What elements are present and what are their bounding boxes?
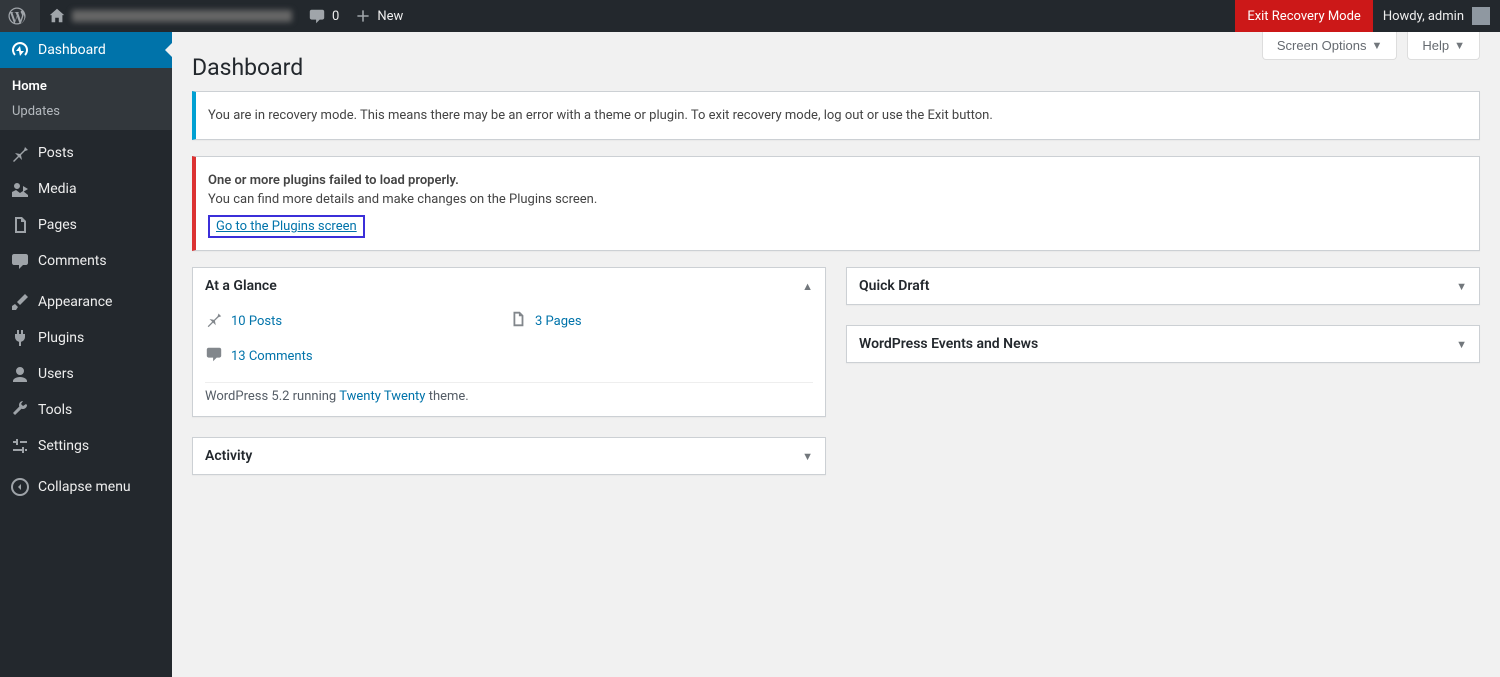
menu-settings[interactable]: Settings	[0, 428, 172, 464]
menu-plugins[interactable]: Plugins	[0, 320, 172, 356]
dashboard-icon	[10, 40, 30, 60]
widget-header[interactable]: Activity ▼	[193, 438, 825, 474]
caret-down-icon: ▼	[802, 450, 813, 463]
main-content: Screen Options ▼ Help ▼ Dashboard You ar…	[172, 32, 1500, 677]
screen-options-toggle[interactable]: Screen Options ▼	[1262, 32, 1398, 60]
posts-count-link[interactable]: 10 Posts	[231, 314, 282, 329]
caret-down-icon: ▼	[1371, 40, 1382, 52]
comments-icon	[10, 251, 30, 271]
site-name-menu[interactable]	[40, 0, 300, 32]
widget-header[interactable]: At a Glance ▲	[193, 268, 825, 304]
widget-header[interactable]: WordPress Events and News ▼	[847, 326, 1479, 362]
notice-recovery-mode: You are in recovery mode. This means the…	[192, 91, 1480, 140]
dashboard-widgets: At a Glance ▲ 10 Posts 3 Pages	[192, 267, 1480, 495]
menu-dashboard[interactable]: Dashboard	[0, 32, 172, 68]
pin-icon	[10, 143, 30, 163]
menu-media[interactable]: Media	[0, 171, 172, 207]
caret-up-icon: ▲	[802, 280, 813, 293]
admin-menu: Dashboard Home Updates Posts Media Pages…	[0, 32, 172, 677]
notice-detail: You can find more details and make chang…	[208, 192, 1467, 207]
comments-menu[interactable]: 0	[300, 0, 347, 32]
avatar-icon	[1472, 7, 1490, 25]
wp-version-info: WordPress 5.2 running Twenty Twenty them…	[205, 382, 813, 404]
menu-tools[interactable]: Tools	[0, 392, 172, 428]
brush-icon	[10, 292, 30, 312]
wrench-icon	[10, 400, 30, 420]
pages-count-link[interactable]: 3 Pages	[535, 314, 582, 329]
pin-icon	[205, 310, 223, 333]
menu-posts[interactable]: Posts	[0, 135, 172, 171]
theme-link[interactable]: Twenty Twenty	[339, 389, 425, 404]
pages-icon	[509, 310, 527, 333]
highlighted-link-box: Go to the Plugins screen	[208, 215, 365, 238]
menu-comments[interactable]: Comments	[0, 243, 172, 279]
go-to-plugins-link[interactable]: Go to the Plugins screen	[216, 219, 357, 234]
user-icon	[10, 364, 30, 384]
menu-users[interactable]: Users	[0, 356, 172, 392]
dashboard-submenu: Home Updates	[0, 68, 172, 130]
notice-text: You are in recovery mode. This means the…	[208, 108, 1467, 123]
widget-activity: Activity ▼	[192, 437, 826, 475]
help-toggle[interactable]: Help ▼	[1407, 32, 1480, 60]
new-label: New	[377, 9, 403, 24]
menu-appearance[interactable]: Appearance	[0, 284, 172, 320]
exit-recovery-mode-button[interactable]: Exit Recovery Mode	[1235, 0, 1373, 32]
home-icon	[48, 7, 66, 25]
new-content-menu[interactable]: New	[347, 0, 411, 32]
notice-plugin-error: One or more plugins failed to load prope…	[192, 156, 1480, 251]
comment-icon	[308, 7, 326, 25]
collapse-menu[interactable]: Collapse menu	[0, 469, 172, 505]
menu-pages[interactable]: Pages	[0, 207, 172, 243]
caret-down-icon: ▼	[1454, 40, 1465, 52]
notice-heading: One or more plugins failed to load prope…	[208, 173, 459, 188]
site-name-blurred	[72, 10, 292, 22]
pages-icon	[10, 215, 30, 235]
widget-at-a-glance: At a Glance ▲ 10 Posts 3 Pages	[192, 267, 826, 417]
admin-toolbar: 0 New Exit Recovery Mode Howdy, admin	[0, 0, 1500, 32]
comments-count-link[interactable]: 13 Comments	[231, 349, 313, 364]
submenu-updates[interactable]: Updates	[0, 99, 172, 124]
plus-icon	[355, 8, 371, 24]
media-icon	[10, 179, 30, 199]
widget-header[interactable]: Quick Draft ▼	[847, 268, 1479, 304]
howdy-text: Howdy, admin	[1383, 9, 1464, 24]
comments-count: 0	[332, 9, 339, 24]
my-account-menu[interactable]: Howdy, admin	[1373, 0, 1500, 32]
screen-meta-links: Screen Options ▼ Help ▼	[1262, 32, 1480, 60]
comment-icon	[205, 345, 223, 368]
sliders-icon	[10, 436, 30, 456]
wordpress-logo-icon	[8, 7, 26, 25]
collapse-icon	[10, 477, 30, 497]
wp-logo-menu[interactable]	[0, 0, 40, 32]
caret-down-icon: ▼	[1456, 280, 1467, 293]
submenu-home[interactable]: Home	[0, 74, 172, 99]
plug-icon	[10, 328, 30, 348]
caret-down-icon: ▼	[1456, 338, 1467, 351]
widget-events-news: WordPress Events and News ▼	[846, 325, 1480, 363]
widget-quick-draft: Quick Draft ▼	[846, 267, 1480, 305]
